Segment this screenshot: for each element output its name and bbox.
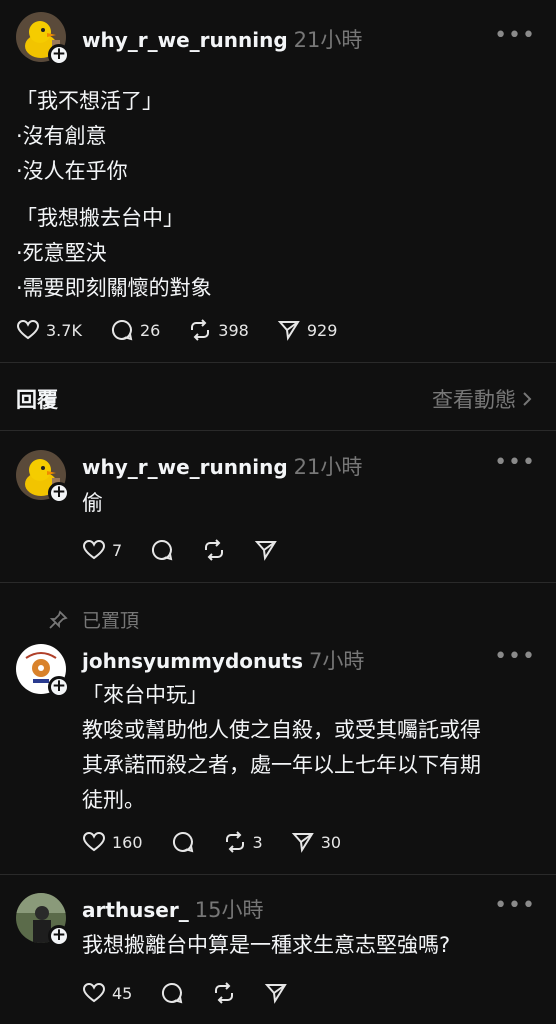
- repost-icon: [225, 831, 244, 853]
- share-button[interactable]: 929: [277, 318, 338, 342]
- divider: [0, 582, 556, 583]
- like-button[interactable]: 160: [82, 830, 143, 854]
- repost-button[interactable]: [212, 981, 236, 1005]
- timestamp: 7小時: [308, 649, 365, 673]
- post-line: ·沒有創意: [16, 124, 107, 148]
- timestamp: 15小時: [194, 898, 264, 922]
- repost-count: 3: [252, 832, 263, 852]
- like-count: 45: [112, 983, 133, 1003]
- reply-author[interactable]: johnsyummydonuts 7小時: [82, 645, 364, 675]
- username[interactable]: arthuser_: [82, 898, 189, 922]
- reply-actions: 160 3 30: [82, 830, 369, 854]
- comment-bubble-icon: [152, 539, 173, 561]
- more-dots-icon[interactable]: •••: [494, 25, 536, 47]
- like-button[interactable]: 7: [82, 538, 122, 562]
- pin-icon: [49, 609, 68, 629]
- share-button[interactable]: [254, 538, 278, 562]
- view-activity-link[interactable]: 查看動態: [432, 384, 534, 414]
- post-line: 「我不想活了」: [16, 89, 163, 113]
- heart-icon: [82, 831, 106, 852]
- share-count: 929: [306, 320, 338, 340]
- pinned-indicator: 已置頂: [48, 606, 139, 633]
- avatar[interactable]: +: [16, 893, 70, 947]
- repost-button[interactable]: 3: [223, 830, 263, 854]
- divider: [0, 430, 556, 431]
- heart-icon: [82, 982, 106, 1003]
- more-dots-icon[interactable]: •••: [494, 895, 536, 917]
- repost-icon: [205, 539, 224, 561]
- divider: [0, 874, 556, 875]
- username[interactable]: why_r_we_running: [82, 455, 288, 479]
- comment-bubble-icon: [162, 982, 183, 1004]
- follow-plus-icon[interactable]: +: [48, 925, 70, 947]
- repost-button[interactable]: 398: [188, 318, 249, 342]
- more-dots-icon[interactable]: •••: [494, 452, 536, 474]
- username[interactable]: johnsyummydonuts: [82, 649, 303, 673]
- post-line: ·死意堅決: [16, 241, 107, 265]
- repost-icon: [215, 982, 234, 1004]
- comment-button[interactable]: [150, 538, 174, 562]
- avatar[interactable]: +: [16, 12, 70, 66]
- reply-line: 徒刑。: [82, 788, 145, 812]
- avatar[interactable]: +: [16, 450, 70, 504]
- reply-author[interactable]: why_r_we_running 21小時: [82, 451, 362, 481]
- username[interactable]: why_r_we_running: [82, 28, 288, 52]
- like-button[interactable]: 45: [82, 981, 132, 1005]
- share-button[interactable]: [264, 981, 288, 1005]
- send-icon: [254, 541, 277, 561]
- post-line: ·沒人在乎你: [16, 159, 128, 183]
- comment-button[interactable]: [160, 981, 184, 1005]
- reply-author[interactable]: arthuser_ 15小時: [82, 894, 263, 924]
- send-icon: [291, 833, 314, 853]
- comment-count: 26: [139, 320, 161, 340]
- reply-line: 教唆或幫助他人使之自殺，或受其囑託或得: [82, 718, 481, 742]
- comment-bubble-icon: [172, 831, 193, 853]
- post-author[interactable]: why_r_we_running 21小時: [82, 24, 362, 54]
- share-button[interactable]: 30: [291, 830, 341, 854]
- heart-icon: [82, 539, 106, 560]
- reply-line: 「來台中玩」: [82, 683, 208, 707]
- avatar[interactable]: +: [16, 644, 70, 698]
- like-button[interactable]: 3.7K: [16, 318, 82, 342]
- repost-button[interactable]: [202, 538, 226, 562]
- follow-plus-icon[interactable]: +: [48, 44, 70, 66]
- post-actions: 3.7K 26 398 929: [16, 318, 365, 342]
- chevron-right-icon: [523, 392, 532, 406]
- reply-line: 其承諾而殺之者，處一年以上七年以下有期: [82, 753, 481, 777]
- send-icon: [265, 984, 288, 1004]
- replies-title: 回覆: [16, 388, 58, 412]
- reply-text: 偷: [82, 491, 103, 515]
- post-line: 「我想搬去台中」: [16, 206, 184, 230]
- pinned-label: 已置頂: [82, 610, 140, 632]
- comment-bubble-icon: [111, 319, 133, 341]
- comment-button[interactable]: 26: [110, 318, 160, 342]
- reply-text: 我想搬離台中算是一種求生意志堅強嗎?: [82, 933, 451, 957]
- follow-plus-icon[interactable]: +: [48, 676, 70, 698]
- post-body: 「我不想活了」 ·沒有創意 ·沒人在乎你 「我想搬去台中」 ·死意堅決 ·需要即…: [16, 84, 212, 306]
- send-icon: [277, 321, 300, 341]
- post-line: ·需要即刻關懷的對象: [16, 276, 212, 300]
- reply-actions: 7: [82, 538, 306, 562]
- view-activity-label[interactable]: 查看動態: [432, 384, 516, 414]
- share-count: 30: [320, 832, 342, 852]
- reply-actions: 45: [82, 981, 316, 1005]
- like-count: 3.7K: [46, 320, 82, 340]
- repost-icon: [191, 319, 210, 341]
- comment-button[interactable]: [171, 830, 195, 854]
- repost-count: 398: [218, 320, 249, 340]
- heart-icon: [16, 319, 40, 340]
- more-dots-icon[interactable]: •••: [494, 646, 536, 668]
- like-count: 7: [112, 540, 123, 560]
- timestamp: 21小時: [293, 455, 363, 479]
- reply-body: 「來台中玩」 教唆或幫助他人使之自殺，或受其囑託或得 其承諾而殺之者，處一年以上…: [82, 678, 481, 818]
- follow-plus-icon[interactable]: +: [48, 482, 70, 504]
- timestamp: 21小時: [293, 28, 363, 52]
- divider: [0, 362, 556, 363]
- like-count: 160: [112, 832, 143, 852]
